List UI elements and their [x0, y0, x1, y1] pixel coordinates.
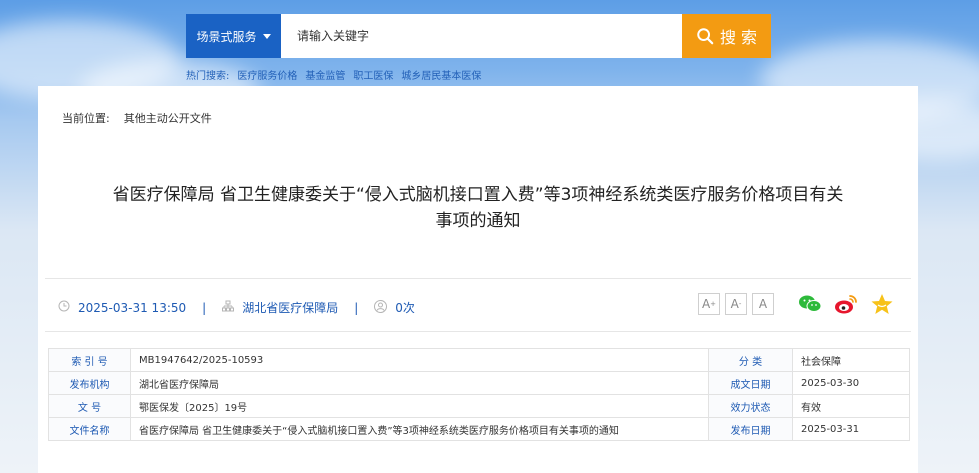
font-reset-label: A [758, 297, 768, 311]
docno-value: 鄂医保发〔2025〕19号 [130, 394, 709, 418]
search-bar: 场景式服务 搜 索 [186, 14, 771, 58]
search-input[interactable] [281, 14, 682, 58]
font-decrease-label: A [730, 297, 739, 311]
divider [45, 278, 911, 279]
org-label: 发布机构 [48, 371, 131, 395]
minus-sup: - [738, 300, 742, 308]
table-row: 发布机构 湖北省医疗保障局 成文日期 2025-03-30 [48, 371, 910, 395]
view-count: 0次 [395, 301, 415, 315]
created-date-label: 成文日期 [708, 371, 793, 395]
publish-date-value: 2025-03-31 [792, 417, 910, 441]
search-icon [697, 28, 714, 45]
meta-separator: | [354, 300, 359, 315]
breadcrumb-label: 当前位置: [62, 112, 110, 125]
divider [45, 331, 911, 332]
scene-service-dropdown[interactable]: 场景式服务 [186, 14, 281, 58]
hot-search-link[interactable]: 城乡居民基本医保 [401, 67, 481, 82]
publisher-name: 湖北省医疗保障局 [242, 301, 339, 315]
hot-search-link[interactable]: 基金监管 [305, 67, 345, 82]
clock-icon [58, 300, 70, 315]
plus-sup: + [710, 300, 717, 308]
filename-value: 省医疗保障局 省卫生健康委关于“侵入式脑机接口置入费”等3项神经系统类医疗服务价… [130, 417, 709, 441]
filename-label: 文件名称 [48, 417, 131, 441]
font-reset-button[interactable]: A [752, 293, 774, 315]
docno-label: 文 号 [48, 394, 131, 418]
document-info-table: 索 引 号 MB1947642/2025-10593 分 类 社会保障 发布机构… [48, 348, 910, 441]
font-increase-label: A [701, 297, 711, 311]
favorite-star-icon[interactable] [870, 293, 894, 315]
breadcrumb: 当前位置: 其他主动公开文件 [62, 110, 212, 126]
index-value: MB1947642/2025-10593 [130, 348, 709, 372]
publish-date-label: 发布日期 [708, 417, 793, 441]
table-row: 文件名称 省医疗保障局 省卫生健康委关于“侵入式脑机接口置入费”等3项神经系统类… [48, 417, 910, 441]
caret-down-icon [262, 33, 271, 39]
hot-search: 热门搜索: 医疗服务价格 基金监管 职工医保 城乡居民基本医保 [186, 67, 481, 82]
status-value: 有效 [792, 394, 910, 418]
article-meta: 2025-03-31 13:50 | 湖北省医疗保障局 | 0次 [58, 299, 415, 316]
views-icon [374, 299, 388, 316]
page-title: 省医疗保障局 省卫生健康委关于“侵入式脑机接口置入费”等3项神经系统类医疗服务价… [38, 182, 918, 234]
search-button[interactable]: 搜 索 [682, 14, 771, 58]
table-row: 索 引 号 MB1947642/2025-10593 分 类 社会保障 [48, 348, 910, 372]
organization-icon [222, 300, 235, 315]
breadcrumb-current[interactable]: 其他主动公开文件 [124, 110, 212, 126]
meta-separator: | [202, 300, 207, 315]
font-increase-button[interactable]: A + [698, 293, 720, 315]
search-button-label: 搜 索 [719, 28, 758, 47]
hot-search-link[interactable]: 职工医保 [353, 67, 393, 82]
page-title-line: 省医疗保障局 省卫生健康委关于“侵入式脑机接口置入费”等3项神经系统类医疗服务价… [112, 185, 844, 205]
hot-search-label: 热门搜索: [186, 71, 230, 82]
publish-date: 2025-03-31 13:50 [78, 300, 187, 315]
font-decrease-button[interactable]: A- [725, 293, 747, 315]
article-card: 当前位置: 其他主动公开文件 省医疗保障局 省卫生健康委关于“侵入式脑机接口置入… [38, 86, 918, 473]
weibo-icon[interactable] [834, 293, 858, 315]
index-label: 索 引 号 [48, 348, 131, 372]
wechat-icon[interactable] [798, 293, 822, 315]
scene-service-label: 场景式服务 [196, 29, 257, 44]
page-title-line: 事项的通知 [435, 211, 521, 231]
table-row: 文 号 鄂医保发〔2025〕19号 效力状态 有效 [48, 394, 910, 418]
font-size-controls: A + A- A [698, 293, 774, 315]
share-icons [798, 293, 894, 315]
org-value: 湖北省医疗保障局 [130, 371, 709, 395]
hot-search-link[interactable]: 医疗服务价格 [237, 67, 297, 82]
category-value: 社会保障 [792, 348, 910, 372]
created-date-value: 2025-03-30 [792, 371, 910, 395]
status-label: 效力状态 [708, 394, 793, 418]
category-label: 分 类 [708, 348, 793, 372]
